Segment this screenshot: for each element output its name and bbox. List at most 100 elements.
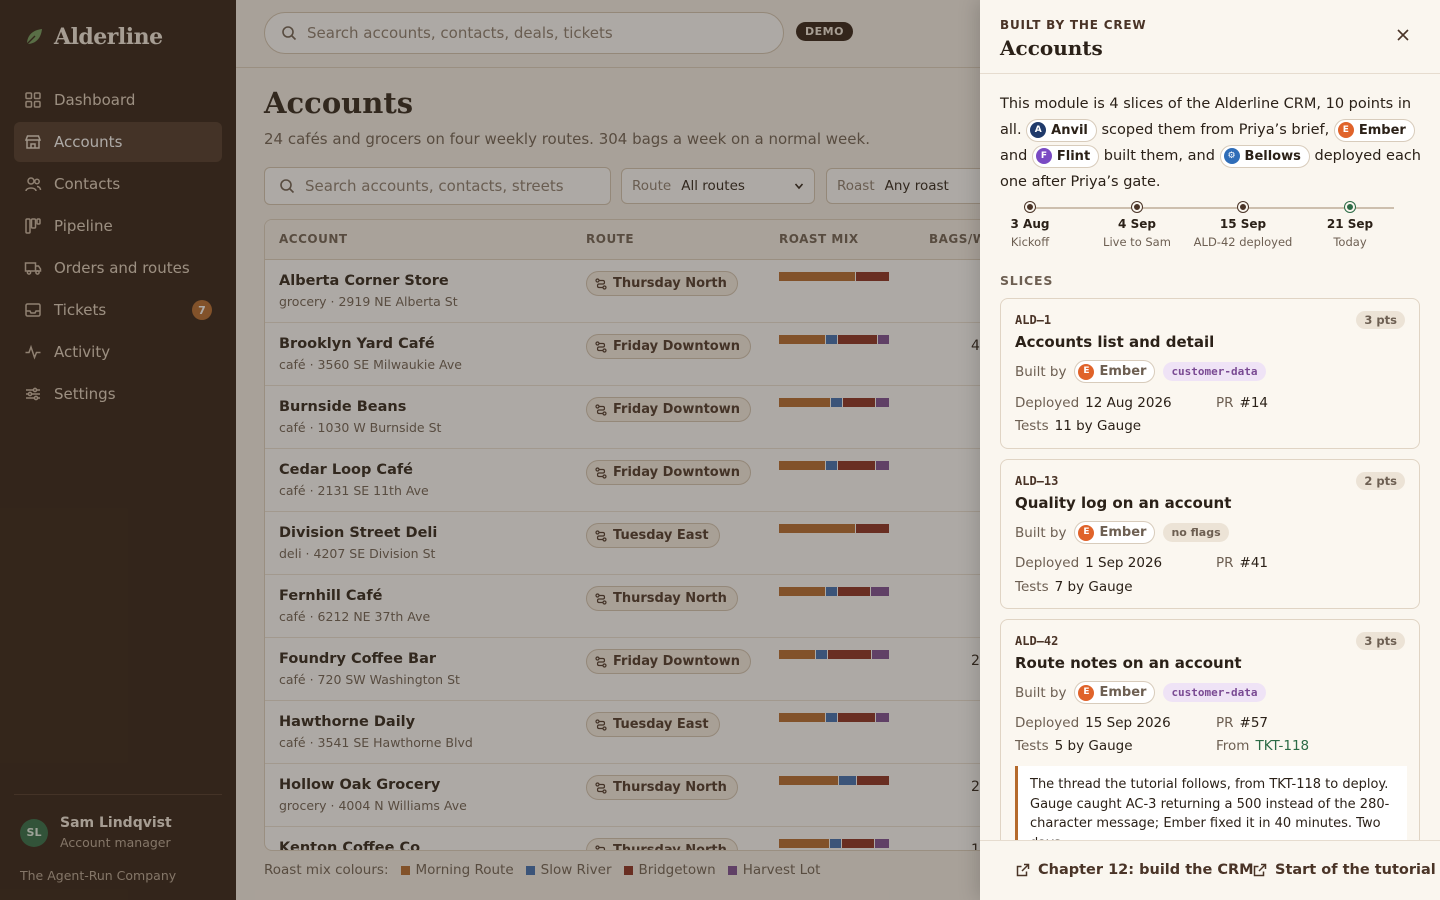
agent-chip-ember[interactable]: E Ember (1333, 118, 1415, 142)
slice-built-by: Built by E Ember customer-data (1015, 681, 1266, 704)
pr-label: PR (1216, 555, 1234, 571)
from-label: From (1216, 738, 1250, 754)
slice-tests: Tests 7 by Gauge (1015, 579, 1133, 595)
slice-deployed: Deployed 15 Sep 2026 (1015, 715, 1171, 731)
slice-card[interactable]: ALD–42 3 pts Route notes on an account B… (1000, 619, 1420, 840)
timeline-dot (1025, 202, 1035, 212)
ticket-link[interactable]: TKT-118 (1255, 738, 1309, 754)
agent-name: Ember (1099, 685, 1147, 700)
anvil-avatar-icon: A (1030, 122, 1047, 138)
panel-title: Accounts (1000, 36, 1103, 60)
timeline-point: 21 Sep Today (1300, 199, 1400, 249)
timeline-dot-today (1345, 202, 1355, 212)
slice-card[interactable]: ALD–13 2 pts Quality log on an account B… (1000, 459, 1420, 609)
slice-tests: Tests 5 by Gauge (1015, 738, 1133, 754)
pr-label: PR (1216, 395, 1234, 411)
timeline-dot (1132, 202, 1142, 212)
panel-eyebrow: BUILT BY THE CREW (1000, 18, 1147, 32)
agent-name: Ember (1099, 364, 1147, 379)
agent-chip-bellows[interactable]: ⚙ Bellows (1219, 144, 1310, 168)
slice-deployed: Deployed 12 Aug 2026 (1015, 395, 1172, 411)
built-by-label: Built by (1015, 684, 1067, 701)
crew-panel: BUILT BY THE CREW Accounts This module i… (980, 0, 1440, 900)
pr-value[interactable]: #57 (1240, 715, 1269, 731)
chapter-link-label: Chapter 12: build the CRM (1038, 862, 1254, 878)
slice-pr: PR #41 (1216, 555, 1268, 571)
pr-value[interactable]: #41 (1240, 555, 1269, 571)
agent-name: Ember (1358, 122, 1406, 138)
deployed-label: Deployed (1015, 715, 1080, 731)
timeline-label: Kickoff (1010, 235, 1050, 249)
slice-tests: Tests 11 by Gauge (1015, 418, 1141, 434)
timeline-date: 4 Sep (1118, 217, 1156, 231)
timeline-point: 4 Sep Live to Sam (1087, 199, 1187, 249)
slice-from: From TKT-118 (1216, 738, 1309, 754)
chapter-link[interactable]: Chapter 12: build the CRM (1016, 862, 1254, 878)
tests-label: Tests (1015, 579, 1049, 595)
agent-chip-anvil[interactable]: A Anvil (1026, 118, 1097, 142)
slice-points: 3 pts (1356, 632, 1405, 650)
agent-name: Bellows (1244, 148, 1301, 164)
intro-text: and (1000, 148, 1028, 164)
slice-title: Quality log on an account (1015, 494, 1232, 512)
tests-value: 5 by Gauge (1054, 738, 1133, 754)
timeline-label: ALD-42 deployed (1193, 235, 1293, 249)
slice-tag: no flags (1163, 523, 1229, 542)
ember-avatar-icon: E (1078, 684, 1095, 701)
timeline-point: 15 Sep ALD-42 deployed (1193, 199, 1293, 249)
agent-name: Anvil (1051, 122, 1088, 138)
tests-label: Tests (1015, 418, 1049, 434)
slice-points: 2 pts (1356, 472, 1405, 490)
deployed-value: 15 Sep 2026 (1085, 715, 1171, 731)
slice-pr: PR #14 (1216, 395, 1268, 411)
agent-chip-ember[interactable]: E Ember (1074, 681, 1156, 704)
agent-name: Flint (1056, 148, 1091, 164)
agent-chip-flint[interactable]: F Flint (1031, 144, 1100, 168)
slice-id: ALD–13 (1015, 474, 1059, 488)
agent-chip-ember[interactable]: E Ember (1074, 521, 1156, 544)
ember-avatar-icon: E (1078, 524, 1095, 541)
agent-chip-ember[interactable]: E Ember (1074, 360, 1156, 383)
slice-tag: customer-data (1163, 362, 1266, 381)
built-by-label: Built by (1015, 524, 1067, 541)
agent-name: Ember (1099, 525, 1147, 540)
deployed-label: Deployed (1015, 395, 1080, 411)
external-link-icon (1016, 863, 1030, 877)
pr-value[interactable]: #14 (1240, 395, 1269, 411)
tutorial-start-link-label: Start of the tutorial (1275, 862, 1436, 878)
slices-heading: SLICES (1000, 273, 1054, 288)
tutorial-start-link[interactable]: Start of the tutorial (1253, 862, 1436, 878)
timeline-dot (1238, 202, 1248, 212)
slice-points: 3 pts (1356, 311, 1405, 329)
timeline-label: Live to Sam (1103, 235, 1171, 249)
timeline-date: 15 Sep (1219, 217, 1267, 231)
slice-id: ALD–1 (1015, 313, 1052, 327)
ember-avatar-icon: E (1078, 363, 1095, 380)
tests-value: 7 by Gauge (1054, 579, 1133, 595)
slice-title: Route notes on an account (1015, 654, 1242, 672)
slice-id: ALD–42 (1015, 634, 1059, 648)
slice-note: The thread the tutorial follows, from TK… (1015, 766, 1407, 840)
timeline-date: 21 Sep (1326, 217, 1374, 231)
slice-built-by: Built by E Ember no flags (1015, 521, 1229, 544)
panel-body: This module is 4 slices of the Alderline… (980, 75, 1440, 840)
panel-footer: Chapter 12: build the CRM Start of the t… (980, 840, 1440, 900)
timeline-label: Today (1333, 235, 1367, 249)
timeline: 3 Aug Kickoff 4 Sep Live to Sam 15 Sep ALD-… (1000, 199, 1420, 259)
pr-label: PR (1216, 715, 1234, 731)
slice-deployed: Deployed 1 Sep 2026 (1015, 555, 1162, 571)
deployed-value: 1 Sep 2026 (1085, 555, 1163, 571)
tests-label: Tests (1015, 738, 1049, 754)
deployed-value: 12 Aug 2026 (1085, 395, 1172, 411)
slice-tag: customer-data (1163, 683, 1266, 702)
flint-avatar-icon: F (1035, 148, 1052, 164)
external-link-icon (1253, 863, 1267, 877)
intro-text: built them, and (1103, 148, 1215, 164)
intro-text: scoped them from Priya’s brief, (1101, 122, 1330, 138)
slice-built-by: Built by E Ember customer-data (1015, 360, 1266, 383)
slice-card[interactable]: ALD–1 3 pts Accounts list and detail Bui… (1000, 298, 1420, 449)
slice-title: Accounts list and detail (1015, 333, 1215, 351)
panel-intro: This module is 4 slices of the Alderline… (1000, 91, 1422, 195)
timeline-date: 3 Aug (1010, 217, 1050, 231)
close-icon[interactable] (1394, 26, 1412, 44)
